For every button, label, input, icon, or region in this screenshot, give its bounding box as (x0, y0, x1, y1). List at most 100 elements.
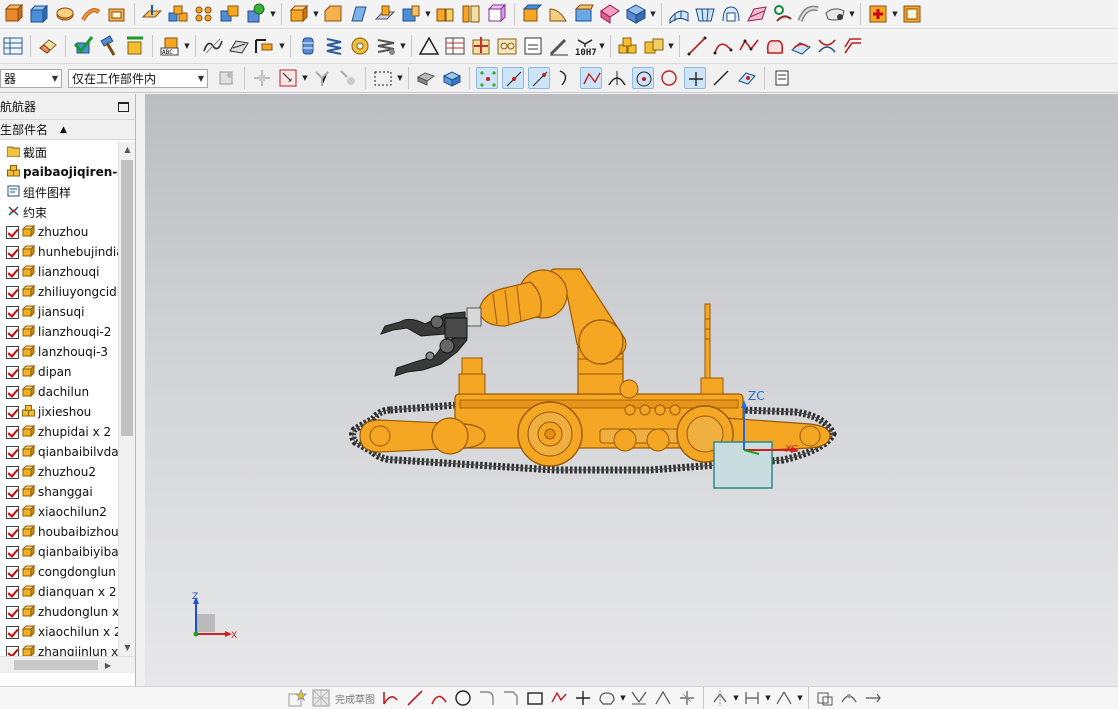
visibility-checkbox[interactable] (6, 645, 19, 656)
attribute-abc-icon[interactable]: ABC (159, 35, 181, 57)
visibility-checkbox[interactable] (6, 605, 19, 619)
visibility-checkbox[interactable] (6, 245, 19, 259)
unite-icon[interactable] (219, 3, 241, 25)
snap-midpoint-icon[interactable] (502, 67, 524, 89)
visibility-checkbox[interactable] (6, 405, 19, 419)
tree-row[interactable]: jiansuqi (0, 302, 118, 322)
type-filter-combo[interactable]: 器 ▼ (0, 68, 62, 88)
tree-row[interactable]: lanzhouqi-3 (0, 342, 118, 362)
hammer-icon[interactable] (98, 35, 120, 57)
visibility-checkbox[interactable] (6, 425, 19, 439)
replace-face-icon[interactable] (521, 3, 543, 25)
visibility-checkbox[interactable] (6, 225, 19, 239)
tolerance-icon[interactable]: 10H7 (574, 35, 597, 58)
mirror-body-icon[interactable] (625, 3, 647, 25)
revolve-icon[interactable] (54, 3, 76, 25)
gear-spring-icon[interactable] (375, 35, 397, 57)
scope-filter-combo[interactable]: 仅在工作部件内 ▼ (68, 68, 208, 88)
dropdown-arrow[interactable]: ▼ (269, 3, 277, 25)
tree-row[interactable]: shanggai (0, 482, 118, 502)
horizontal-scrollbar[interactable]: ▶ (0, 656, 135, 673)
sweep-icon[interactable] (80, 3, 102, 25)
visibility-checkbox[interactable] (6, 625, 19, 639)
tree-row[interactable]: houbaibizhou (0, 522, 118, 542)
sketch-corner-icon[interactable] (677, 688, 697, 708)
select-region-icon[interactable] (277, 67, 299, 89)
visibility-checkbox[interactable] (6, 305, 19, 319)
visibility-checkbox[interactable] (6, 285, 19, 299)
dropdown-arrow[interactable]: ▼ (667, 35, 675, 57)
section-curve-icon[interactable] (202, 35, 224, 57)
snap-curve-icon[interactable] (554, 67, 576, 89)
snap-component-icon[interactable] (311, 67, 333, 89)
spring-icon[interactable] (323, 35, 345, 57)
snap-on-curve-icon[interactable] (710, 67, 732, 89)
block-icon[interactable] (28, 3, 50, 25)
tree-row[interactable]: lianzhouqi-2 (0, 322, 118, 342)
sketch-constraint-icon[interactable] (774, 688, 794, 708)
component-filter-icon[interactable] (216, 67, 238, 89)
intersection-curve-icon[interactable] (816, 35, 838, 57)
visibility-checkbox[interactable] (6, 525, 19, 539)
sketch-chamfer-icon[interactable] (501, 688, 521, 708)
snap-center-icon[interactable] (632, 67, 654, 89)
offset-curve-icon[interactable] (842, 35, 864, 57)
scroll-thumb[interactable] (14, 660, 98, 670)
project-curve-icon[interactable] (790, 35, 812, 57)
snap-existing-point-icon[interactable] (684, 67, 706, 89)
visibility-checkbox[interactable] (6, 485, 19, 499)
tree-row[interactable]: xiaochilun x 2 (0, 622, 118, 642)
tree-row[interactable]: zhuzhou (0, 222, 118, 242)
eraser-icon[interactable] (37, 35, 59, 57)
note-icon[interactable] (522, 35, 544, 57)
deselect-icon[interactable] (337, 67, 359, 89)
check-geometry-icon[interactable] (72, 35, 94, 57)
sketch-circle-icon[interactable] (453, 688, 473, 708)
through-curves-icon[interactable] (720, 3, 742, 25)
hole-pattern-icon[interactable] (193, 3, 215, 25)
bridge-curve-icon[interactable] (764, 35, 786, 57)
visibility-checkbox[interactable] (6, 565, 19, 579)
arc-icon[interactable] (712, 35, 734, 57)
tree-row[interactable]: qianbaibiyiba (0, 542, 118, 562)
dropdown-arrow[interactable]: ▼ (312, 3, 320, 25)
sketch-point-icon[interactable] (573, 688, 593, 708)
scroll-up-icon[interactable]: ▲ (119, 142, 136, 158)
datum-plane-icon[interactable] (141, 3, 163, 25)
assembly-stack-icon[interactable] (617, 35, 639, 57)
pattern-face-icon[interactable] (599, 3, 621, 25)
n-sided-surface-icon[interactable] (824, 3, 846, 25)
sketch-extend-icon[interactable] (653, 688, 673, 708)
tree-row[interactable]: hunhebujindia (0, 242, 118, 262)
line-icon[interactable] (686, 35, 708, 57)
tree-row[interactable]: dianquan x 2 (0, 582, 118, 602)
extrude-icon[interactable] (2, 3, 24, 25)
sort-ascending-icon[interactable]: ▲ (60, 125, 67, 135)
swept-surface-icon[interactable] (798, 3, 820, 25)
tree-row[interactable]: dipan (0, 362, 118, 382)
dropdown-arrow[interactable]: ▼ (598, 35, 606, 57)
tree-row[interactable]: zhupidai x 2 (0, 422, 118, 442)
sketch-line-icon[interactable] (405, 688, 425, 708)
tree-row[interactable]: zhudonglun x (0, 602, 118, 622)
sketch-trim-icon[interactable] (629, 688, 649, 708)
triangle-outline-icon[interactable] (418, 35, 440, 57)
tree-row[interactable]: paibaojiqiren-zh (0, 162, 118, 182)
visibility-checkbox[interactable] (6, 325, 19, 339)
offset-face-icon[interactable] (400, 3, 422, 25)
profile-icon[interactable] (381, 688, 401, 708)
snap-on-surface-icon[interactable] (736, 67, 758, 89)
tree-row[interactable]: 约束 (0, 202, 118, 222)
bearing-icon[interactable] (349, 35, 371, 57)
datum-table-icon[interactable] (444, 35, 466, 57)
dropdown-arrow[interactable]: ▼ (278, 35, 286, 57)
chamfer-icon[interactable] (322, 3, 344, 25)
dropdown-arrow[interactable]: ▼ (649, 3, 657, 25)
snap-control-point-icon[interactable] (580, 67, 602, 89)
visibility-checkbox[interactable] (6, 385, 19, 399)
pattern-icon[interactable] (167, 3, 189, 25)
measure-body-icon[interactable] (124, 35, 146, 57)
dropdown-arrow[interactable]: ▼ (183, 35, 191, 57)
sketch-mirror-icon[interactable] (710, 688, 730, 708)
shaded-view-icon[interactable] (415, 67, 437, 89)
